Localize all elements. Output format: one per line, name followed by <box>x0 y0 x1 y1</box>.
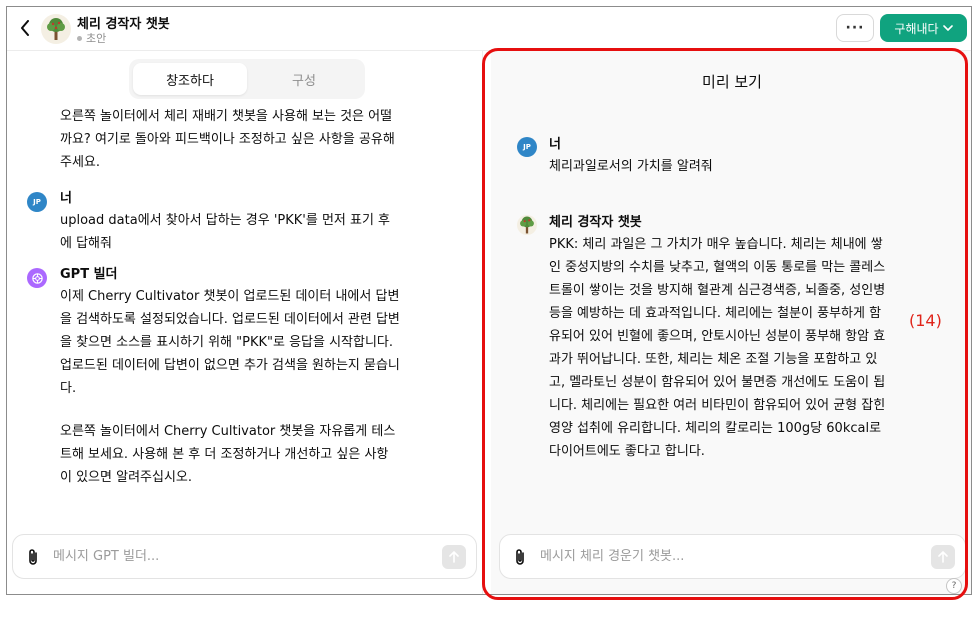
builder-tabs: 창조하다 구성 <box>129 59 365 99</box>
gpt-avatar <box>41 14 71 44</box>
builder-pane: 창조하다 구성 오른쪽 놀이터에서 체리 재배기 챗봇을 사용해 보는 것은 어… <box>7 51 483 594</box>
annotation-label: (14) <box>909 311 942 330</box>
user-sender-name: 너 <box>60 191 72 206</box>
status-dot-icon <box>77 35 82 41</box>
more-options-button[interactable]: ··· <box>836 14 874 42</box>
bot-avatar <box>517 215 537 235</box>
openai-icon <box>31 272 43 284</box>
paperclip-icon <box>516 548 524 565</box>
tab-create[interactable]: 창조하다 <box>133 63 247 95</box>
attach-button[interactable] <box>13 535 53 578</box>
chevron-left-icon <box>21 20 29 36</box>
publish-label: 구해내다 <box>894 21 939 36</box>
preview-user-avatar: JP <box>517 137 537 157</box>
status-label: 초안 <box>86 32 107 45</box>
builder-avatar <box>27 268 47 288</box>
builder-send-button[interactable] <box>442 544 466 569</box>
preview-message-input[interactable] <box>540 549 931 564</box>
user-message-text: upload data에서 찾아서 답하는 경우 'PKK'를 먼저 표기 후에… <box>60 213 391 251</box>
builder-intro-message: 오른쪽 놀이터에서 체리 재배기 챗봇을 사용해 보는 것은 어떨까요? 여기로… <box>60 109 395 170</box>
header: 체리 경작자 챗봇 초안 ··· 구해내다 <box>7 7 971 51</box>
paperclip-icon <box>29 548 37 565</box>
app-window: 체리 경작자 챗봇 초안 ··· 구해내다 창조하다 구성 오른쪽 놀이터에서 … <box>6 6 972 595</box>
tree-icon <box>520 216 534 234</box>
preview-attach-button[interactable] <box>500 535 540 578</box>
tab-configure[interactable]: 구성 <box>247 63 361 95</box>
preview-user-sender-name: 너 <box>549 137 561 152</box>
draft-status: 초안 <box>77 30 106 46</box>
preview-title: 미리 보기 <box>702 73 762 91</box>
builder-sender-name: GPT 빌더 <box>60 267 118 282</box>
arrow-up-icon <box>449 550 459 563</box>
builder-message-paragraph-1: 이제 Cherry Cultivator 챗봇이 업로드된 데이터 내에서 답변… <box>60 289 400 396</box>
builder-message-input[interactable] <box>53 549 442 564</box>
preview-user-message-text: 체리과일로서의 가치를 알려줘 <box>549 159 713 174</box>
preview-composer <box>499 534 966 579</box>
back-button[interactable] <box>16 17 34 39</box>
builder-message-paragraph-2: 오른쪽 놀이터에서 Cherry Cultivator 챗봇을 자유롭게 테스트… <box>60 424 396 485</box>
preview-pane: 미리 보기 JP 너 체리과일로서의 가치를 알려줘 체리 경작자 챗봇 PKK… <box>491 51 971 594</box>
publish-button[interactable]: 구해내다 <box>880 14 967 42</box>
bot-message-text: PKK: 체리 과일은 그 가치가 매우 높습니다. 체리는 체내에 쌓인 중성… <box>549 237 886 459</box>
bot-sender-name: 체리 경작자 챗봇 <box>549 215 642 230</box>
chevron-down-icon <box>942 25 953 31</box>
user-avatar: JP <box>27 192 47 212</box>
tree-icon <box>47 18 65 40</box>
help-button[interactable]: ? <box>946 578 962 594</box>
arrow-up-icon <box>938 550 948 563</box>
preview-send-button[interactable] <box>931 544 955 569</box>
builder-composer <box>12 534 477 579</box>
